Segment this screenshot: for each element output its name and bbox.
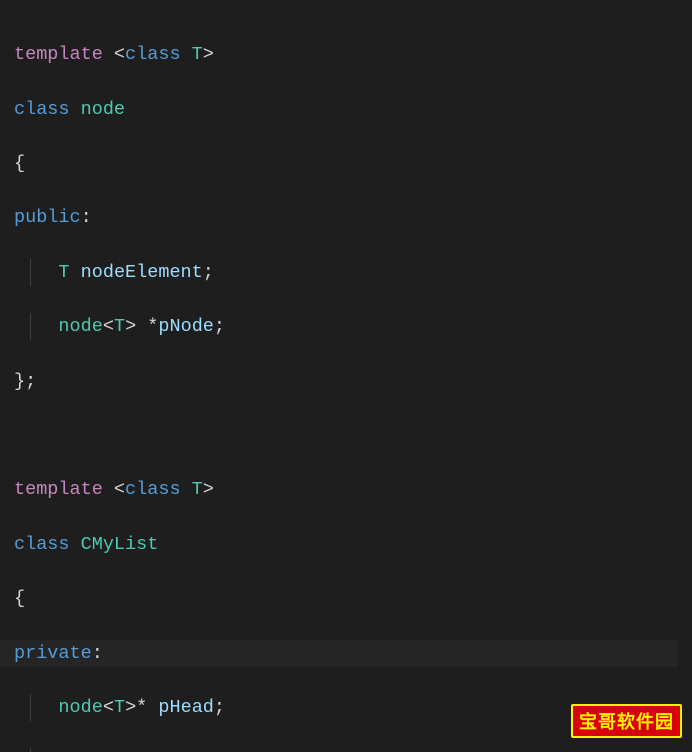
code-line[interactable]: { (14, 585, 678, 612)
code-line[interactable]: node<T> *pNode; (14, 313, 678, 340)
code-line[interactable]: T nodeElement; (14, 259, 678, 286)
code-line[interactable]: public: (14, 204, 678, 231)
code-line[interactable]: template <class T> (14, 476, 678, 503)
code-line[interactable]: class node (14, 96, 678, 123)
watermark-badge: 宝哥软件园 (571, 704, 682, 738)
code-line[interactable]: node<T>* pTail; (14, 748, 678, 752)
code-editor[interactable]: template <class T> class node { public: … (14, 14, 678, 752)
code-line[interactable]: }; (14, 368, 678, 395)
code-line[interactable] (14, 422, 678, 449)
code-line[interactable]: class CMyList (14, 531, 678, 558)
code-line[interactable]: { (14, 150, 678, 177)
code-line[interactable]: template <class T> (14, 41, 678, 68)
code-line-active[interactable]: private: (0, 640, 678, 667)
